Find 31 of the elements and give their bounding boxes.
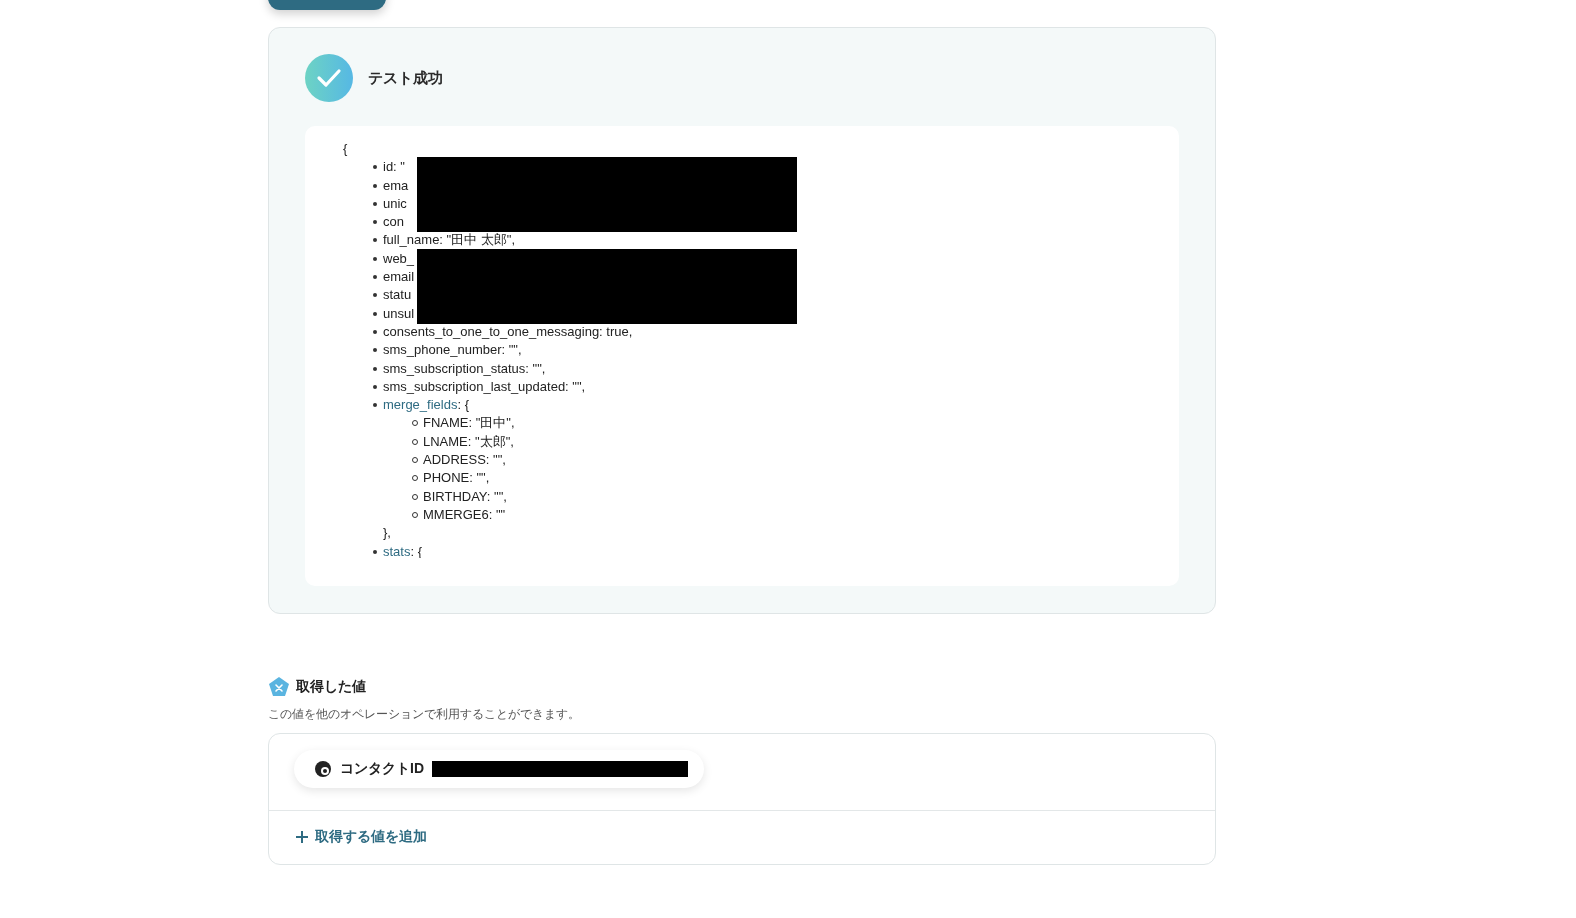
value-chip[interactable]: コンタクトID [294,750,704,788]
code-line: sms_phone_number: "", [383,342,522,358]
code-line: }, [383,525,391,541]
plus-icon [295,830,309,844]
code-line: MMERGE6: "" [423,506,506,522]
code-line: PHONE: "", [423,470,490,486]
check-icon [305,54,353,102]
code-line: id: " [383,159,405,175]
code-line: full_name: "田中 太郎", [383,232,516,248]
code-line: ema [383,177,409,193]
code-line: LNAME: "太郎", [423,433,514,449]
section-description: この値を他のオペレーションで利用することができます。 [268,706,581,723]
code-line: stats: { [383,543,423,558]
code-line: unic [383,195,407,211]
code-line: consents_to_one_to_one_messaging: true, [383,323,633,339]
variable-icon [268,676,290,698]
code-line: FNAME: "田中", [423,415,515,431]
code-line: statu [383,287,412,303]
code-line: { [343,141,348,156]
code-line: web_ [383,250,415,266]
code-line: merge_fields: { [383,397,469,413]
code-line: BIRTHDAY: "", [423,488,507,504]
add-value-button[interactable]: 取得する値を追加 [295,828,427,846]
code-line: email [383,269,415,285]
code-line: sms_subscription_status: "", [383,360,546,376]
code-line: unsul [383,305,415,321]
code-line: ADDRESS: "", [423,452,506,468]
code-line: sms_subscription_last_updated: "", [383,378,586,394]
section-title: 取得した値 [296,678,366,696]
result-title: テスト成功 [368,68,443,88]
code-line: con [383,214,404,230]
